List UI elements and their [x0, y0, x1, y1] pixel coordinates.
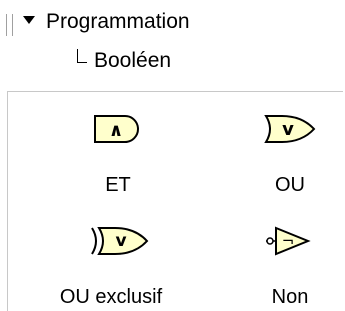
item-label-ou-exclusif[interactable]: OU exclusif	[46, 285, 176, 309]
item-label-non[interactable]: Non	[225, 285, 345, 309]
category-programmation[interactable]: Programmation	[46, 9, 190, 35]
not-symbol: ¬	[282, 232, 295, 250]
and-gate-icon[interactable]: ∧	[89, 108, 149, 148]
xor-gate-icon[interactable]: v	[89, 220, 149, 260]
subcategory-booleen[interactable]: Booléen	[94, 48, 171, 74]
not-gate-icon[interactable]: ¬	[260, 220, 320, 260]
and-symbol: ∧	[109, 120, 124, 141]
or-symbol: v	[282, 119, 294, 140]
expand-triangle-icon[interactable]	[22, 14, 36, 28]
tree-connector-icon	[77, 49, 87, 63]
panel-grip[interactable]	[6, 14, 13, 36]
xor-symbol: v	[115, 231, 126, 251]
or-gate-icon[interactable]: v	[260, 108, 320, 148]
boolean-palette-panel: Programmation Booléen ∧ ET v OU v OU exc…	[0, 0, 345, 311]
item-label-ou[interactable]: OU	[225, 173, 345, 197]
item-label-et[interactable]: ET	[53, 173, 183, 197]
